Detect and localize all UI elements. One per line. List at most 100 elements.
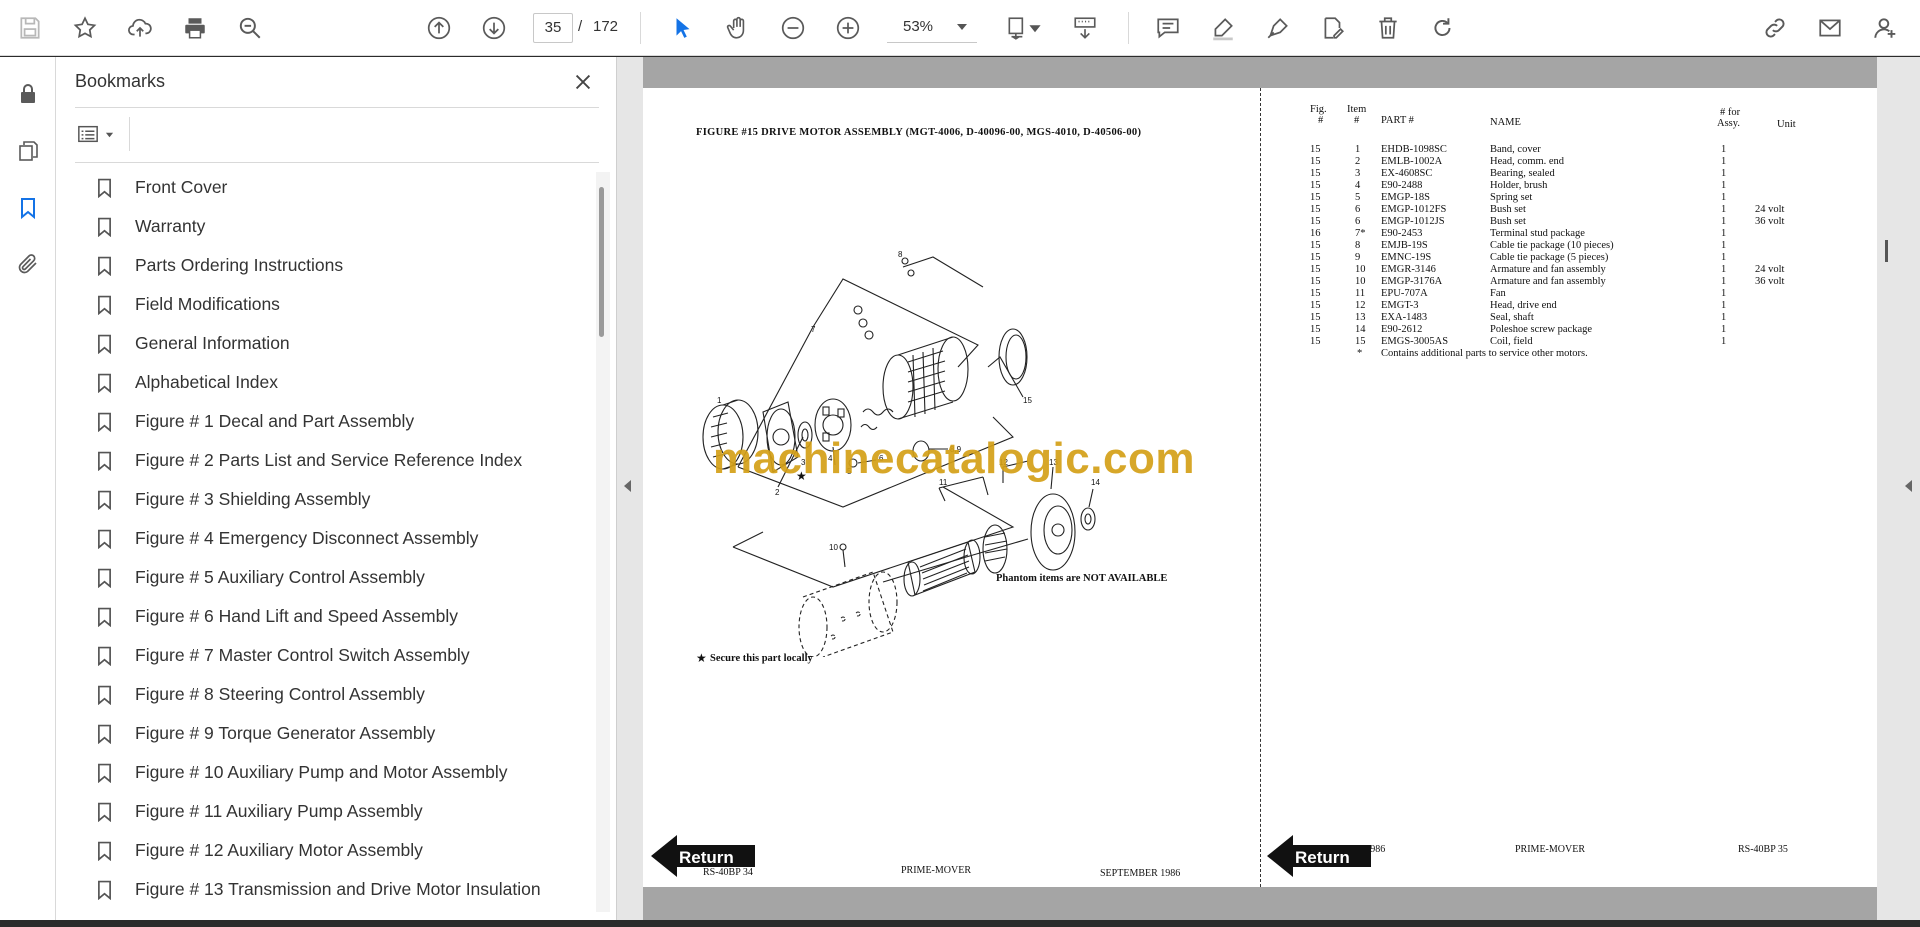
- bookmark-item[interactable]: Figure # 7 Master Control Switch Assembl…: [91, 636, 581, 675]
- phantom-note: Phantom items are NOT AVAILABLE: [996, 573, 1168, 584]
- diagram-callout-label: 7: [811, 325, 816, 334]
- divider: [75, 107, 599, 108]
- expand-right-panel-icon[interactable]: [1905, 480, 1912, 492]
- bookmark-item[interactable]: Figure # 3 Shielding Assembly: [91, 480, 581, 519]
- divider: [129, 117, 130, 151]
- panel-scrollbar-thumb[interactable]: [599, 187, 604, 337]
- page-number-input[interactable]: 35: [533, 13, 573, 43]
- bookmark-icon: [97, 645, 117, 667]
- bookmark-options-button[interactable]: [75, 120, 121, 148]
- bookmark-label: Parts Ordering Instructions: [135, 255, 344, 275]
- bookmark-item[interactable]: Figure # 4 Emergency Disconnect Assembly: [91, 519, 581, 558]
- lock-icon[interactable]: [12, 78, 44, 110]
- footer-title-left: PRIME-MOVER: [901, 865, 972, 876]
- chevron-down-icon[interactable]: [1028, 10, 1042, 46]
- top-toolbar: 35 / 172 53%: [0, 0, 1920, 56]
- diagram-callout-label: 8: [898, 250, 903, 259]
- email-icon[interactable]: [1812, 10, 1848, 46]
- draw-pen-icon[interactable]: [1260, 10, 1296, 46]
- bookmarks-panel: Bookmarks Front Cover Warranty Parts Ord…: [56, 57, 616, 920]
- bookmark-item[interactable]: Parts Ordering Instructions: [91, 246, 581, 285]
- bookmark-icon: [97, 879, 117, 901]
- comment-icon[interactable]: [1150, 10, 1186, 46]
- page-scan-border: [643, 57, 1877, 88]
- document-page: FIGURE #15 DRIVE MOTOR ASSEMBLY (MGT-400…: [643, 57, 1877, 920]
- bookmark-icon: [97, 450, 117, 472]
- bookmark-icon: [97, 684, 117, 706]
- highlight-pen-icon[interactable]: [1205, 10, 1241, 46]
- bookmark-label: Front Cover: [135, 177, 228, 197]
- bookmark-label: Figure # 11 Auxiliary Pump Assembly: [135, 801, 423, 821]
- diagram-callout-label: 10: [829, 543, 838, 552]
- bookmark-item[interactable]: General Information: [91, 324, 581, 363]
- bookmark-item[interactable]: Figure # 5 Auxiliary Control Assembly: [91, 558, 581, 597]
- bookmark-icon: [97, 762, 117, 784]
- pages-thumbnail-icon[interactable]: [12, 135, 44, 167]
- close-icon[interactable]: [570, 69, 596, 95]
- page-separator: /: [578, 18, 583, 35]
- bookmark-label: Figure # 5 Auxiliary Control Assembly: [135, 567, 425, 587]
- share-link-icon[interactable]: [1757, 10, 1793, 46]
- scroll-mode-icon[interactable]: [1067, 10, 1103, 46]
- edit-pdf-icon[interactable]: [1315, 10, 1351, 46]
- bookmark-item[interactable]: Figure # 6 Hand Lift and Speed Assembly: [91, 597, 581, 636]
- bookmark-item[interactable]: Field Modifications: [91, 285, 581, 324]
- previous-page-icon[interactable]: [421, 10, 457, 46]
- bookmark-label: Figure # 7 Master Control Switch Assembl…: [135, 645, 470, 665]
- bookmark-item[interactable]: Figure # 2 Parts List and Service Refere…: [91, 441, 581, 480]
- watermark: machinecatalogic.com: [713, 434, 1195, 483]
- bookmark-label: Figure # 6 Hand Lift and Speed Assembly: [135, 606, 458, 626]
- select-cursor-icon[interactable]: [665, 10, 701, 46]
- diagram-callout-label: 1: [717, 396, 722, 405]
- find-zoom-icon[interactable]: [232, 10, 268, 46]
- bookmark-label: Figure # 13 Transmission and Drive Motor…: [135, 879, 541, 899]
- next-page-icon[interactable]: [476, 10, 512, 46]
- col-header-item-hash: #: [1354, 115, 1360, 126]
- redo-icon[interactable]: [1425, 10, 1461, 46]
- bookmark-icon: [97, 255, 117, 277]
- bookmark-icon: [97, 723, 117, 745]
- bookmark-icon: [97, 372, 117, 394]
- bookmark-item[interactable]: Front Cover: [91, 168, 581, 207]
- bookmark-item[interactable]: Figure # 11 Auxiliary Pump Assembly: [91, 792, 581, 831]
- secure-note: Secure this part locally: [710, 653, 813, 664]
- page-total: 172: [593, 18, 619, 35]
- bookmark-icon: [97, 177, 117, 199]
- bookmark-item[interactable]: Figure # 8 Steering Control Assembly: [91, 675, 581, 714]
- bookmark-icon: [97, 840, 117, 862]
- page-scan-border: [643, 887, 1877, 920]
- upload-cloud-icon[interactable]: [122, 10, 158, 46]
- account-icon[interactable]: [1867, 10, 1903, 46]
- bookmark-item[interactable]: Figure # 10 Auxiliary Pump and Motor Ass…: [91, 753, 581, 792]
- bookmark-item[interactable]: Alphabetical Index: [91, 363, 581, 402]
- col-header-fig-hash: #: [1318, 115, 1324, 126]
- collapse-left-panel-icon[interactable]: [624, 480, 631, 492]
- bookmark-label: Figure # 9 Torque Generator Assembly: [135, 723, 436, 743]
- footer-page-right: RS-40BP 35: [1738, 844, 1788, 855]
- diagram-callout-label: 15: [1023, 396, 1032, 405]
- bookmark-icon[interactable]: [12, 192, 44, 224]
- bookmark-icon: [97, 489, 117, 511]
- bookmark-label: Figure # 3 Shielding Assembly: [135, 489, 371, 509]
- zoom-out-icon[interactable]: [775, 10, 811, 46]
- bookmark-item[interactable]: Figure # 9 Torque Generator Assembly: [91, 714, 581, 753]
- save-icon[interactable]: [12, 10, 48, 46]
- print-icon[interactable]: [177, 10, 213, 46]
- diagram-callout-label: 2: [775, 488, 780, 497]
- bookmark-item[interactable]: Figure # 12 Auxiliary Motor Assembly: [91, 831, 581, 870]
- bookmark-item[interactable]: Warranty: [91, 207, 581, 246]
- bookmark-item[interactable]: Figure # 13 Transmission and Drive Motor…: [91, 870, 581, 909]
- chevron-down-icon[interactable]: [957, 24, 967, 30]
- return-button[interactable]: Return: [651, 835, 761, 877]
- zoom-in-icon[interactable]: [830, 10, 866, 46]
- trash-icon[interactable]: [1370, 10, 1406, 46]
- star-icon[interactable]: [67, 10, 103, 46]
- bookmark-item[interactable]: Figure # 1 Decal and Part Assembly: [91, 402, 581, 441]
- bookmark-label: Figure # 2 Parts List and Service Refere…: [135, 450, 523, 470]
- attachment-paperclip-icon[interactable]: [12, 248, 44, 280]
- col-header-for: # for: [1720, 107, 1741, 118]
- hand-tool-icon[interactable]: [720, 10, 756, 46]
- document-scrollbar-thumb[interactable]: [1885, 240, 1888, 262]
- bookmark-label: General Information: [135, 333, 290, 353]
- return-button[interactable]: Return: [1267, 835, 1377, 877]
